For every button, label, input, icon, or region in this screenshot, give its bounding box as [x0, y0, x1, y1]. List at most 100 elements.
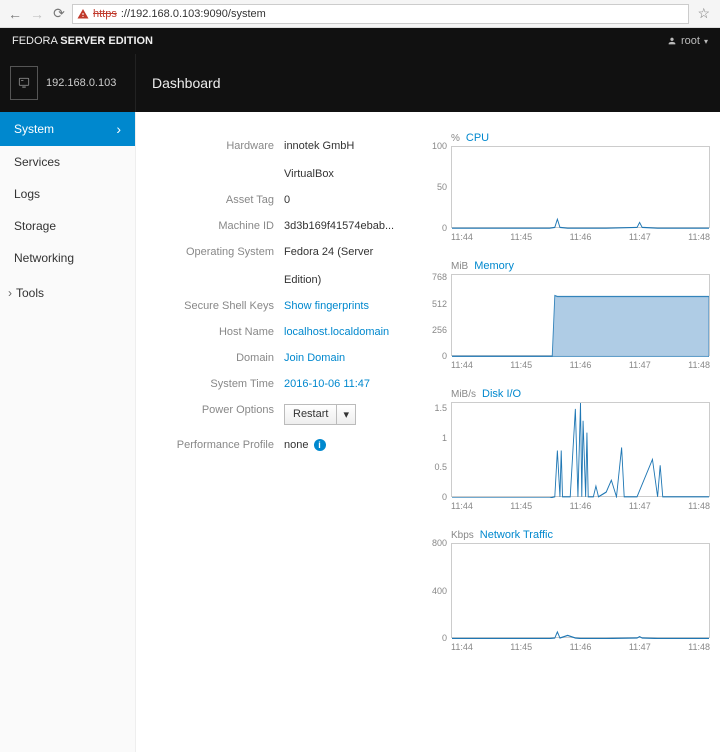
x-tick: 11:46 — [570, 360, 592, 370]
value-os: Fedora 24 (Server Edition) — [280, 240, 439, 292]
sidebar-item-networking[interactable]: Networking — [0, 242, 135, 274]
label-systime: System Time — [148, 372, 278, 396]
link-join-domain[interactable]: Join Domain — [284, 352, 345, 364]
value-hardware: innotek GmbH VirtualBox — [280, 134, 439, 186]
x-tick: 11:47 — [629, 232, 651, 242]
plot-area — [451, 402, 710, 497]
host-icon — [10, 66, 38, 100]
charts-column: %CPU05010011:4411:4511:4611:4711:48MiBMe… — [451, 132, 710, 670]
y-tick: 256 — [432, 325, 447, 335]
sidebar-group-label: Tools — [16, 286, 44, 300]
label-hostname: Host Name — [148, 320, 278, 344]
url-input[interactable]: https ://192.168.0.103:9090/system — [72, 4, 689, 24]
user-icon — [667, 36, 677, 46]
x-tick: 11:48 — [688, 232, 710, 242]
y-tick: 50 — [437, 182, 447, 192]
plot-area — [451, 274, 710, 356]
x-tick: 11:45 — [510, 232, 532, 242]
y-tick: 0 — [442, 492, 447, 502]
x-tick: 11:47 — [629, 501, 651, 511]
brand-prefix: FEDORA — [12, 35, 60, 47]
forward-icon[interactable]: → — [28, 5, 46, 23]
y-tick: 400 — [432, 586, 447, 596]
url-scheme: https — [93, 8, 117, 20]
browser-toolbar: ← → ⟳ https://192.168.0.103:9090/system … — [0, 0, 720, 28]
host-ip: 192.168.0.103 — [46, 77, 116, 89]
chart-title-link[interactable]: Disk I/O — [482, 388, 521, 400]
x-tick: 11:44 — [451, 501, 473, 511]
x-tick: 11:44 — [451, 232, 473, 242]
reload-icon[interactable]: ⟳ — [50, 5, 68, 23]
label-ssh: Secure Shell Keys — [148, 294, 278, 318]
label-asset-tag: Asset Tag — [148, 188, 278, 212]
y-tick: 0 — [442, 351, 447, 361]
x-tick: 11:44 — [451, 642, 473, 652]
label-power: Power Options — [148, 398, 278, 431]
chart-disk-i-o: MiB/sDisk I/O00.511.511:4411:4511:4611:4… — [451, 388, 710, 511]
link-hostname[interactable]: localhost.localdomain — [284, 326, 389, 338]
x-tick: 11:48 — [688, 642, 710, 652]
x-tick: 11:44 — [451, 360, 473, 370]
y-tick: 512 — [432, 299, 447, 309]
system-info: Hardware innotek GmbH VirtualBox Asset T… — [146, 132, 441, 670]
sidebar-group-tools[interactable]: Tools — [0, 274, 135, 306]
label-hardware: Hardware — [148, 134, 278, 186]
brand-text: FEDORA SERVER EDITION — [12, 35, 153, 47]
sidebar-item-logs[interactable]: Logs — [0, 178, 135, 210]
chart-unit: MiB — [451, 261, 468, 272]
host-selector[interactable]: 192.168.0.103 — [0, 54, 136, 112]
brand-bar: FEDORA SERVER EDITION root ▾ — [0, 28, 720, 54]
insecure-icon — [77, 8, 89, 20]
link-ssh-fingerprints[interactable]: Show fingerprints — [284, 300, 369, 312]
y-tick: 1.5 — [434, 403, 447, 413]
power-dropdown-button[interactable]: ▾ — [337, 404, 356, 425]
sidebar-item-system[interactable]: System — [0, 112, 135, 146]
y-tick: 0 — [442, 633, 447, 643]
x-tick: 11:48 — [688, 501, 710, 511]
x-tick: 11:47 — [629, 360, 651, 370]
page-title: Dashboard — [136, 54, 720, 112]
value-perf-profile: none i — [280, 433, 439, 457]
y-tick: 100 — [432, 141, 447, 151]
main-content: Hardware innotek GmbH VirtualBox Asset T… — [136, 112, 720, 752]
chart-network-traffic: KbpsNetwork Traffic040080011:4411:4511:4… — [451, 529, 710, 652]
chart-memory: MiBMemory025651276811:4411:4511:4611:471… — [451, 260, 710, 370]
x-tick: 11:45 — [510, 501, 532, 511]
link-systime[interactable]: 2016-10-06 11:47 — [284, 378, 370, 390]
x-tick: 11:45 — [510, 642, 532, 652]
x-tick: 11:46 — [570, 501, 592, 511]
y-tick: 800 — [432, 538, 447, 548]
host-header: 192.168.0.103 Dashboard — [0, 54, 720, 112]
label-os: Operating System — [148, 240, 278, 292]
user-menu[interactable]: root ▾ — [667, 35, 708, 47]
user-name: root — [681, 35, 700, 47]
sidebar-item-storage[interactable]: Storage — [0, 210, 135, 242]
value-asset-tag: 0 — [280, 188, 439, 212]
chevron-down-icon: ▾ — [704, 37, 708, 46]
url-rest: ://192.168.0.103:9090/system — [121, 8, 266, 20]
chart-unit: MiB/s — [451, 389, 476, 400]
y-tick: 768 — [432, 272, 447, 282]
bookmark-icon[interactable]: ☆ — [693, 5, 714, 22]
chart-cpu: %CPU05010011:4411:4511:4611:4711:48 — [451, 132, 710, 242]
x-tick: 11:46 — [570, 642, 592, 652]
y-tick: 1 — [442, 433, 447, 443]
chart-unit: Kbps — [451, 530, 474, 541]
y-tick: 0.5 — [434, 462, 447, 472]
chart-title-link[interactable]: Network Traffic — [480, 529, 553, 541]
y-tick: 0 — [442, 223, 447, 233]
x-tick: 11:45 — [510, 360, 532, 370]
plot-area — [451, 543, 710, 638]
label-domain: Domain — [148, 346, 278, 370]
chart-title-link[interactable]: Memory — [474, 260, 514, 272]
sidebar: SystemServicesLogsStorageNetworking Tool… — [0, 112, 136, 752]
chart-title-link[interactable]: CPU — [466, 132, 489, 144]
x-tick: 11:48 — [688, 360, 710, 370]
info-icon[interactable]: i — [314, 439, 326, 451]
back-icon[interactable]: ← — [6, 5, 24, 23]
value-machine-id: 3d3b169f41574ebab... — [280, 214, 439, 238]
x-tick: 11:46 — [570, 232, 592, 242]
restart-button[interactable]: Restart — [284, 404, 337, 425]
plot-area — [451, 146, 710, 228]
sidebar-item-services[interactable]: Services — [0, 146, 135, 178]
